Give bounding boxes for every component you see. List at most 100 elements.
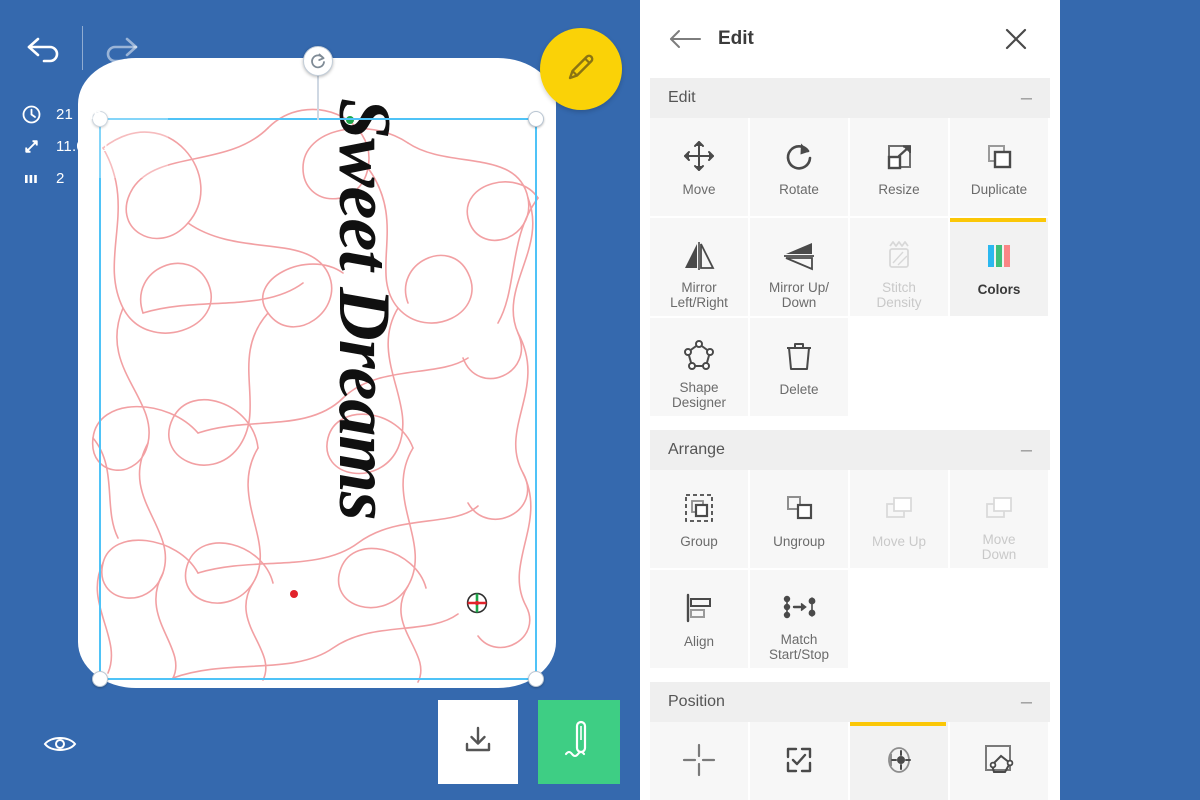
tile-delete[interactable]: Delete	[750, 318, 850, 418]
tile-position-fit[interactable]	[750, 722, 850, 800]
tile-label: Mirror Up/ Down	[769, 280, 829, 311]
move-up-icon	[881, 486, 917, 530]
edit-panel: Edit Edit – Move Rotate Resize Duplicate…	[640, 0, 1060, 800]
move-down-icon	[981, 486, 1017, 530]
tile-align[interactable]: Align	[650, 570, 750, 670]
tile-stitch-density: Stitch Density	[850, 218, 950, 318]
rotate-cw-icon	[781, 134, 817, 178]
rotate-handle[interactable]	[303, 46, 333, 76]
info-layers-value: 2	[56, 169, 65, 187]
move-arrows-icon	[681, 134, 717, 178]
tile-label: Duplicate	[970, 182, 1028, 197]
match-start-stop-icon	[778, 586, 820, 630]
tile-shape-designer[interactable]: Shape Designer	[650, 318, 750, 418]
tile-label: Move Down	[981, 532, 1017, 563]
align-left-icon	[681, 586, 717, 630]
pencil-icon	[561, 47, 601, 92]
tile-label: Ungroup	[773, 534, 825, 549]
tile-resize[interactable]: Resize	[850, 118, 950, 218]
shape-designer-icon	[681, 334, 717, 378]
section-header-position[interactable]: Position –	[650, 682, 1050, 722]
edit-tile-grid: Move Rotate Resize Duplicate Mirror Left	[640, 118, 1060, 418]
panel-close-button[interactable]	[998, 21, 1034, 57]
section-title-position: Position	[668, 693, 725, 710]
tile-match-start-stop[interactable]: Match Start/Stop	[750, 570, 850, 670]
mirror-lr-icon	[681, 234, 717, 278]
tile-label: Rotate	[779, 182, 819, 197]
panel-back-button[interactable]	[666, 19, 706, 59]
info-row-layers: 2	[22, 164, 148, 192]
tile-move-up: Move Up	[850, 470, 950, 570]
tile-label: Delete	[779, 382, 819, 397]
download-icon	[460, 722, 496, 763]
ungroup-icon	[781, 486, 817, 530]
tile-position-crosshair[interactable]	[650, 722, 750, 800]
stitch-density-icon	[881, 234, 917, 278]
tile-label: Align	[683, 634, 715, 649]
group-icon	[681, 486, 717, 530]
save-download-button[interactable]	[438, 700, 518, 784]
center-target-icon	[878, 738, 920, 782]
tile-ungroup[interactable]: Ungroup	[750, 470, 850, 570]
arrange-tile-grid: Group Ungroup Move Up Move Down Align Ma…	[640, 470, 1060, 670]
section-header-edit[interactable]: Edit –	[650, 78, 1050, 118]
right-rail: Sweet Dreams 2 1	[1060, 0, 1200, 800]
design-canvas[interactable]: Sweet Dreams 21 min 11.0 x 14.0 in 2	[0, 0, 640, 800]
undo-button[interactable]	[18, 22, 68, 74]
start-stitching-button[interactable]	[538, 700, 620, 784]
tile-label: Stitch Density	[876, 280, 922, 311]
tile-empty	[950, 318, 1050, 418]
toolbar-divider	[82, 26, 83, 70]
section-title-edit: Edit	[668, 89, 696, 106]
info-row-size: 11.0 x 14.0 in	[22, 132, 148, 160]
tile-label: Match Start/Stop	[768, 632, 830, 663]
info-size-value: 11.0 x 14.0 in	[56, 137, 148, 155]
panel-header: Edit	[640, 0, 1060, 78]
trash-icon	[783, 334, 815, 378]
tile-mirror-left-right[interactable]: Mirror Left/Right	[650, 218, 750, 318]
tile-mirror-up-down[interactable]: Mirror Up/ Down	[750, 218, 850, 318]
panel-title: Edit	[718, 28, 754, 49]
resize-diagonal-icon	[22, 137, 48, 156]
tile-empty	[850, 318, 950, 418]
tile-position-center[interactable]	[850, 722, 950, 800]
tile-label: Move	[682, 182, 716, 197]
tile-label: Colors	[977, 282, 1021, 297]
tile-label: Group	[680, 534, 718, 549]
collapse-position-icon[interactable]: –	[1021, 692, 1032, 712]
origin-crosshair-marker[interactable]	[466, 592, 488, 614]
tile-label: Move Up	[871, 534, 927, 549]
tile-group[interactable]: Group	[650, 470, 750, 570]
crosshair-icon	[679, 738, 719, 782]
resize-handle-top-right[interactable]	[528, 111, 544, 127]
edit-pencil-button[interactable]	[540, 28, 622, 110]
undo-redo-group	[18, 22, 147, 74]
mirror-ud-icon	[781, 234, 817, 278]
section-header-arrange[interactable]: Arrange –	[650, 430, 1050, 470]
tile-label: Shape Designer	[671, 380, 727, 411]
resize-handle-bottom-left[interactable]	[92, 671, 108, 687]
design-info-overlay: 21 min 11.0 x 14.0 in 2	[22, 100, 148, 196]
tile-empty	[850, 570, 950, 670]
colors-icon	[981, 234, 1017, 278]
shape-position-icon	[979, 738, 1019, 782]
tile-position-shape[interactable]	[950, 722, 1050, 800]
collapse-arrange-icon[interactable]: –	[1021, 440, 1032, 460]
tile-colors[interactable]: Colors	[950, 218, 1050, 318]
tile-rotate[interactable]: Rotate	[750, 118, 850, 218]
tile-move[interactable]: Move	[650, 118, 750, 218]
tile-label: Resize	[878, 182, 920, 197]
resize-handle-bottom-right[interactable]	[528, 671, 544, 687]
stitch-needle-icon	[562, 718, 596, 767]
redo-button[interactable]	[97, 22, 147, 74]
tile-move-down: Move Down	[950, 470, 1050, 570]
info-row-time: 21 min	[22, 100, 148, 128]
preview-eye-button[interactable]	[40, 730, 80, 762]
resize-icon	[881, 134, 917, 178]
collapse-edit-icon[interactable]: –	[1021, 88, 1032, 108]
tile-duplicate[interactable]: Duplicate	[950, 118, 1050, 218]
position-tile-grid	[640, 722, 1060, 800]
duplicate-icon	[981, 134, 1017, 178]
clock-icon	[22, 105, 48, 124]
info-time-value: 21 min	[56, 105, 103, 123]
